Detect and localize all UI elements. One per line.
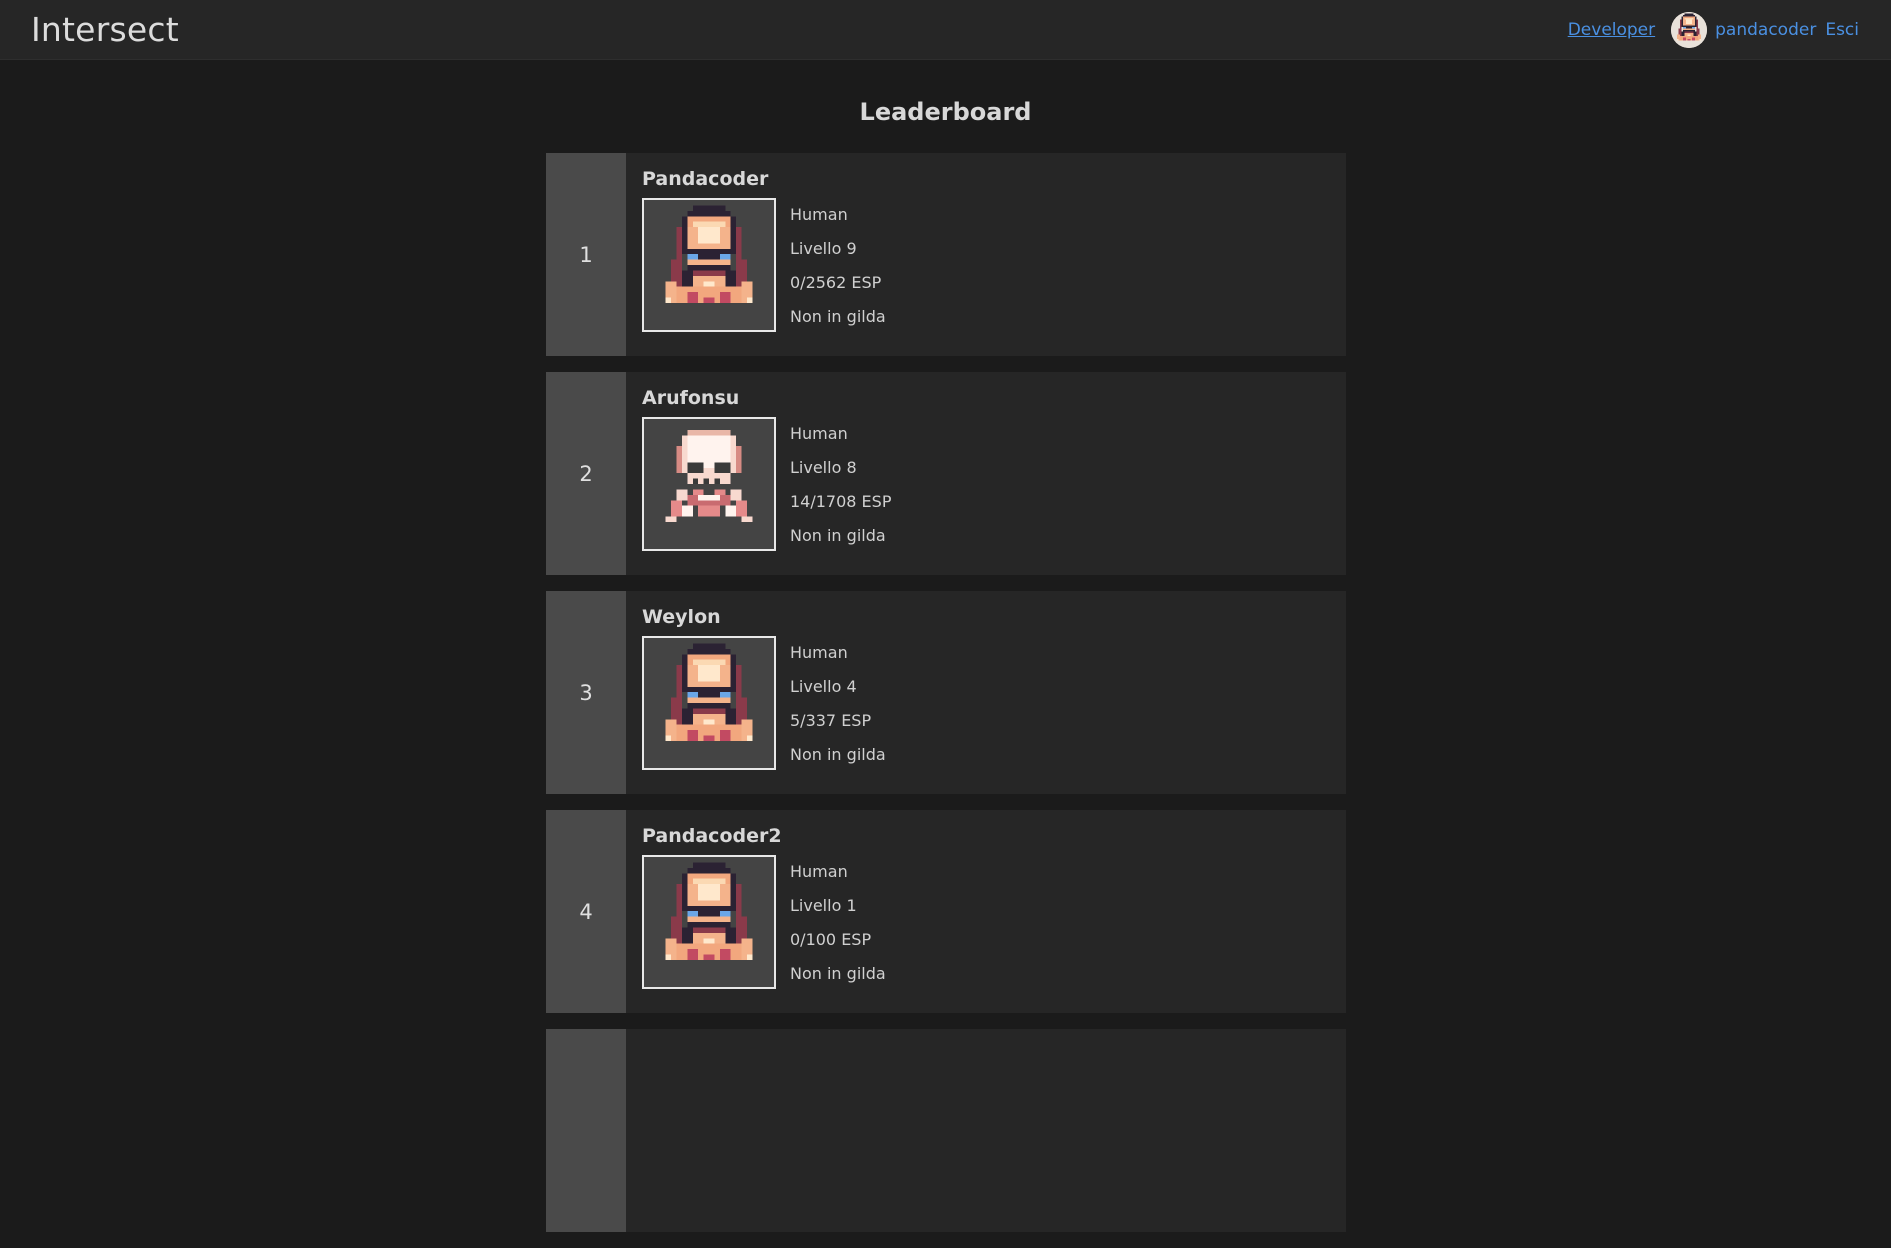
rank-cell: 1	[546, 153, 626, 356]
player-race: Human	[790, 205, 848, 224]
username-link[interactable]: pandacoder	[1715, 20, 1816, 40]
logout-link[interactable]: Esci	[1825, 20, 1859, 40]
player-race: Human	[790, 424, 848, 443]
player-name[interactable]: Pandacoder2	[642, 826, 1330, 846]
page-title: Leaderboard	[859, 98, 1032, 126]
player-stats: Human Livello 1 0/100 ESP Non in gilda	[790, 855, 886, 991]
player-guild: Non in gilda	[790, 307, 886, 326]
player-exp: 0/2562 ESP	[790, 273, 882, 292]
user-avatar[interactable]	[1671, 12, 1708, 48]
player-details: Human Livello 9 0/2562 ESP Non in gilda	[642, 198, 1330, 334]
player-name[interactable]: Pandacoder	[642, 169, 1330, 189]
app-brand[interactable]: Intersect	[31, 10, 179, 50]
leaderboard-entry[interactable]: 3 Weylon Human Livello 4 5/337 ESP Non i…	[546, 591, 1346, 794]
character-sprite-icon	[644, 200, 774, 330]
player-stats: Human Livello 9 0/2562 ESP Non in gilda	[790, 198, 886, 334]
player-portrait	[642, 417, 776, 551]
player-stats: Human Livello 4 5/337 ESP Non in gilda	[790, 636, 886, 772]
leaderboard-entry[interactable]: 1 Pandacoder Human Livello 9 0/2562 ESP …	[546, 153, 1346, 356]
player-info: Pandacoder2 Human Livello 1 0/100 ESP No…	[626, 810, 1346, 1013]
player-name[interactable]: Weylon	[642, 607, 1330, 627]
developer-link[interactable]: Developer	[1568, 20, 1655, 40]
character-sprite-icon	[644, 857, 774, 987]
player-exp: 14/1708 ESP	[790, 492, 892, 511]
player-exp: 0/100 ESP	[790, 930, 872, 949]
rank-cell	[546, 1029, 626, 1232]
player-portrait	[642, 198, 776, 332]
player-info: Arufonsu Human Livello 8 14/1708 ESP Non…	[626, 372, 1346, 575]
player-details: Human Livello 1 0/100 ESP Non in gilda	[642, 855, 1330, 991]
rank-cell: 3	[546, 591, 626, 794]
player-info	[626, 1029, 1346, 1232]
player-portrait	[642, 636, 776, 770]
player-details: Human Livello 8 14/1708 ESP Non in gilda	[642, 417, 1330, 553]
skull-sprite-icon	[644, 419, 774, 549]
player-guild: Non in gilda	[790, 964, 886, 983]
player-level: Livello 1	[790, 896, 857, 915]
player-portrait	[642, 855, 776, 989]
rank-cell: 2	[546, 372, 626, 575]
rank-cell: 4	[546, 810, 626, 1013]
character-sprite-icon	[644, 638, 774, 768]
player-level: Livello 8	[790, 458, 857, 477]
leaderboard-entry[interactable]: 4 Pandacoder2 Human Livello 1 0/100 ESP …	[546, 810, 1346, 1013]
player-info: Pandacoder Human Livello 9 0/2562 ESP No…	[626, 153, 1346, 356]
player-info: Weylon Human Livello 4 5/337 ESP Non in …	[626, 591, 1346, 794]
avatar-character-icon	[1671, 12, 1707, 48]
player-details: Human Livello 4 5/337 ESP Non in gilda	[642, 636, 1330, 772]
player-guild: Non in gilda	[790, 745, 886, 764]
player-stats: Human Livello 8 14/1708 ESP Non in gilda	[790, 417, 891, 553]
top-navbar: Intersect Developer pandacoder Esci	[0, 0, 1891, 60]
leaderboard-entry[interactable]: 2 Arufonsu Human Livello 8 14/1708 ESP N…	[546, 372, 1346, 575]
player-race: Human	[790, 862, 848, 881]
leaderboard-entry[interactable]	[546, 1029, 1346, 1232]
player-level: Livello 4	[790, 677, 857, 696]
player-guild: Non in gilda	[790, 526, 886, 545]
player-name[interactable]: Arufonsu	[642, 388, 1330, 408]
player-level: Livello 9	[790, 239, 857, 258]
nav-right: Developer pandacoder Esci	[1568, 12, 1859, 48]
leaderboard-list: 1 Pandacoder Human Livello 9 0/2562 ESP …	[546, 153, 1346, 1248]
player-exp: 5/337 ESP	[790, 711, 872, 730]
player-race: Human	[790, 643, 848, 662]
